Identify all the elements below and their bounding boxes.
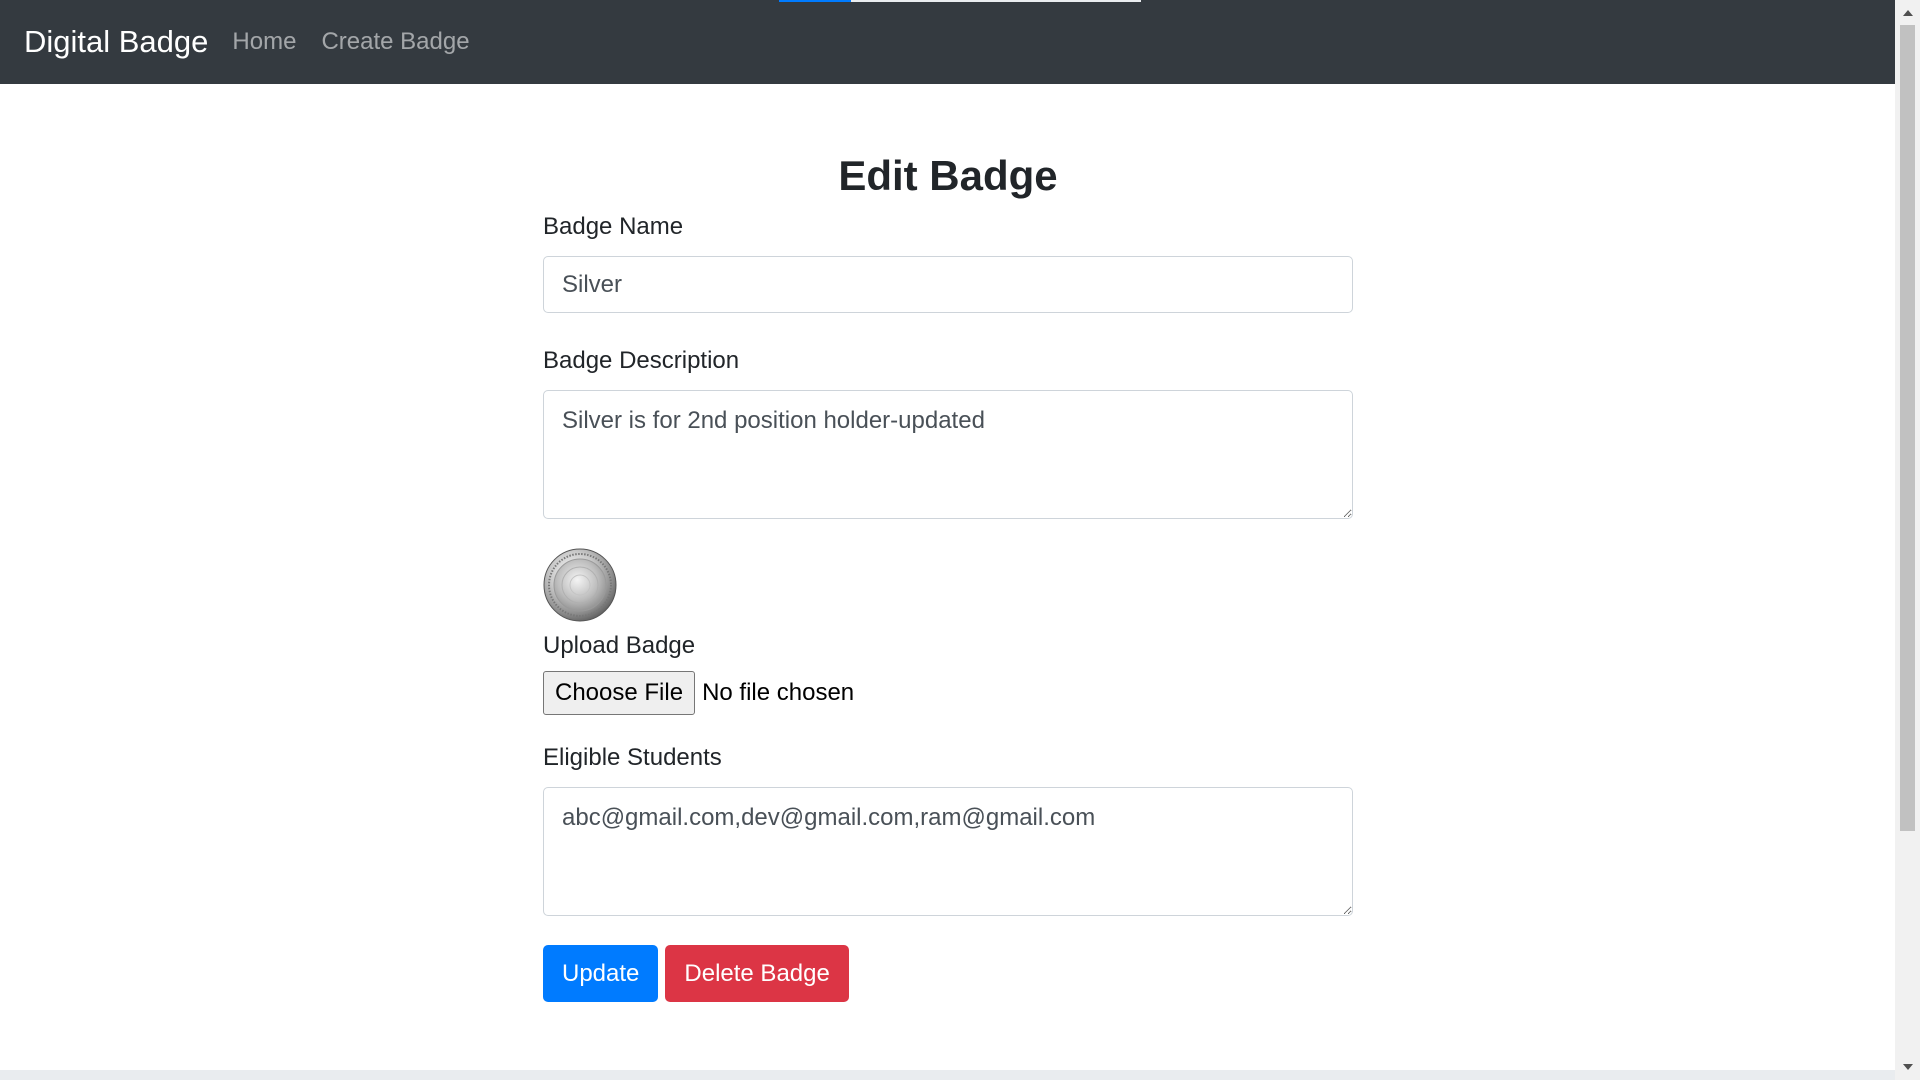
file-status-text: No file chosen — [702, 679, 855, 706]
eligible-students-label: Eligible Students — [543, 744, 722, 771]
badge-description-label: Badge Description — [543, 347, 740, 374]
badge-description-group: Badge Description Silver is for 2nd posi… — [543, 349, 1353, 524]
scroll-up-arrow-icon[interactable] — [1895, 4, 1920, 22]
eligible-students-group: Eligible Students abc@gmail.com,dev@gmai… — [543, 746, 1353, 921]
badge-name-input[interactable] — [543, 256, 1353, 313]
scroll-down-arrow-icon[interactable] — [1895, 1058, 1920, 1076]
loading-progress-bar — [779, 0, 1141, 2]
badge-name-group: Badge Name — [543, 215, 1353, 313]
badge-name-label: Badge Name — [543, 213, 684, 240]
delete-badge-button[interactable]: Delete Badge — [665, 945, 849, 1002]
navbar-brand[interactable]: Digital Badge — [24, 24, 208, 60]
eligible-students-textarea[interactable]: abc@gmail.com,dev@gmail.com,ram@gmail.co… — [543, 787, 1353, 916]
scrollbar-thumb[interactable] — [1900, 25, 1915, 831]
nav-link-home[interactable]: Home — [232, 28, 296, 56]
page: Digital Badge Home Create Badge Edit Bad… — [0, 0, 1920, 1080]
choose-file-button[interactable]: Choose File — [543, 671, 696, 715]
upload-badge-group: Upload Badge Choose File No file chosen — [543, 634, 1353, 715]
loading-progress-fill — [779, 0, 852, 2]
badge-description-textarea[interactable]: Silver is for 2nd position holder-update… — [543, 390, 1353, 519]
upload-badge-label: Upload Badge — [543, 632, 696, 659]
silver-medal-icon — [543, 548, 617, 622]
edit-badge-form: Edit Badge Badge Name Badge Description … — [543, 84, 1353, 1002]
vertical-scrollbar[interactable] — [1895, 0, 1920, 1080]
navbar: Digital Badge Home Create Badge — [0, 0, 1895, 84]
page-bottom-edge — [0, 1070, 1895, 1080]
update-button[interactable]: Update — [543, 945, 659, 1002]
nav-link-create-badge[interactable]: Create Badge — [321, 28, 469, 56]
form-actions: Update Delete Badge — [543, 945, 1353, 1002]
page-title: Edit Badge — [838, 152, 1058, 199]
file-input: Choose File No file chosen — [543, 671, 1353, 715]
